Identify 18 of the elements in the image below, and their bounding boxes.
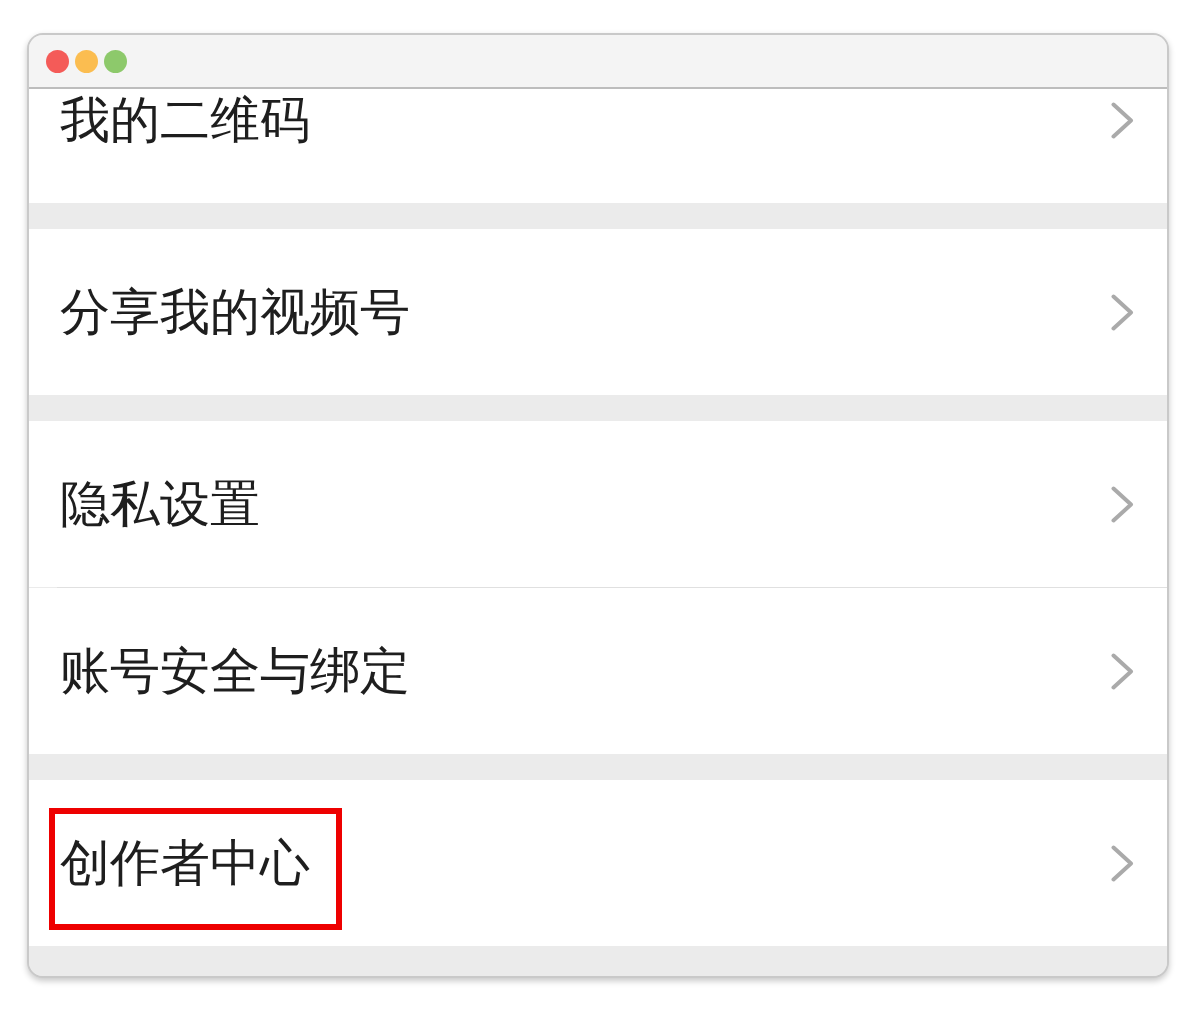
chevron-right-icon bbox=[1111, 652, 1134, 690]
row-label: 隐私设置 bbox=[60, 474, 260, 534]
settings-row[interactable]: 分享我的视频号 bbox=[29, 229, 1167, 395]
settings-row[interactable]: 创作者中心 bbox=[29, 780, 1167, 946]
traffic-light-icon[interactable] bbox=[46, 49, 69, 73]
row-label: 我的二维码 bbox=[60, 90, 310, 150]
chevron-right-icon bbox=[1111, 485, 1134, 523]
chevron-right-icon bbox=[1111, 293, 1134, 331]
row-label: 创作者中心 bbox=[60, 833, 310, 893]
chevron-right-icon bbox=[1111, 101, 1134, 139]
settings-row[interactable]: 隐私设置 bbox=[29, 421, 1167, 587]
row-label: 分享我的视频号 bbox=[60, 282, 410, 342]
chevron-right-icon bbox=[1111, 844, 1134, 882]
settings-row[interactable]: 账号安全与绑定 bbox=[29, 588, 1167, 754]
traffic-light-icon[interactable] bbox=[104, 49, 127, 73]
row-label: 账号安全与绑定 bbox=[60, 641, 410, 701]
traffic-light-icon[interactable] bbox=[75, 49, 98, 73]
settings-row[interactable]: 我的二维码 bbox=[29, 89, 1167, 203]
